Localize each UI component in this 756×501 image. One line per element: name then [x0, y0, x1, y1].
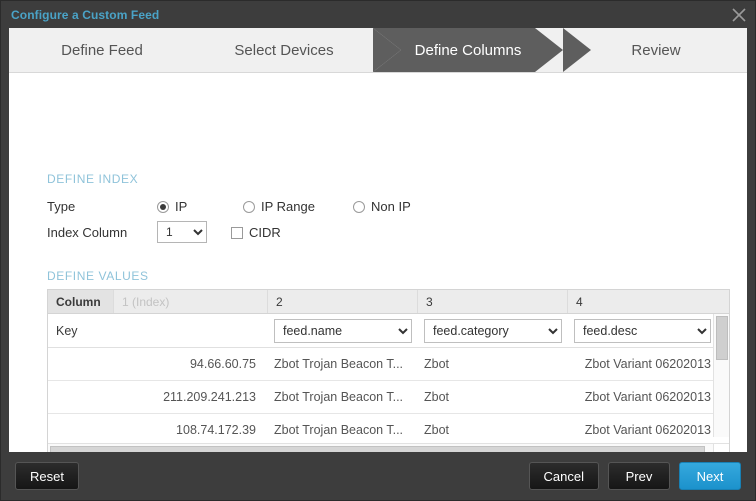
grid-vertical-scrollbar-thumb[interactable] [716, 316, 728, 360]
tab-define-feed-label: Define Feed [61, 42, 143, 59]
dialog-panel: Define Feed Select Devices Define Column… [9, 28, 747, 452]
radio-type-ip-label: IP [175, 199, 187, 214]
grid-header-col-2: 2 [268, 290, 418, 313]
tab-review[interactable]: Review [563, 28, 747, 72]
define-index-heading: DEFINE INDEX [47, 172, 138, 186]
reset-button[interactable]: Reset [15, 462, 79, 490]
tab-select-devices-label: Select Devices [234, 42, 333, 59]
row-cell-name: Zbot Trojan Beacon T... [268, 414, 418, 446]
key-select-col4[interactable]: feed.namefeed.categoryfeed.desc [574, 319, 711, 343]
radio-type-non-ip-label: Non IP [371, 199, 411, 214]
grid-key-cell-col3: feed.namefeed.categoryfeed.desc [418, 314, 568, 347]
grid-key-cell-col4: feed.namefeed.categoryfeed.desc [568, 314, 719, 347]
grid-header-col-3: 3 [418, 290, 568, 313]
row-cell-name: Zbot Trojan Beacon T... [268, 348, 418, 380]
grid-key-cell-col2: feed.namefeed.categoryfeed.desc [268, 314, 418, 347]
prev-button[interactable]: Prev [608, 462, 670, 490]
close-icon[interactable] [728, 4, 750, 26]
tab-review-label: Review [631, 42, 680, 59]
table-row[interactable]: 94.66.60.75 Zbot Trojan Beacon T... Zbot… [48, 348, 729, 381]
radio-type-ip-range-label: IP Range [261, 199, 315, 214]
define-values-heading: DEFINE VALUES [47, 269, 149, 283]
cidr-checkbox[interactable]: CIDR [231, 225, 281, 240]
key-select-col3[interactable]: feed.namefeed.categoryfeed.desc [424, 319, 562, 343]
row-cell-index: 211.209.241.213 [114, 381, 268, 413]
grid-header-col-4: 4 [568, 290, 719, 313]
grid-header-column: Column [48, 290, 114, 313]
table-row[interactable]: 211.209.241.213 Zbot Trojan Beacon T... … [48, 381, 729, 414]
grid-horizontal-scrollbar[interactable] [48, 443, 729, 452]
row-cell-category: Zbot [418, 348, 568, 380]
dialog-title: Configure a Custom Feed [11, 8, 159, 22]
next-button[interactable]: Next [679, 462, 741, 490]
cidr-checkbox-indicator-icon [231, 227, 243, 239]
grid-key-row: Key feed.namefeed.categoryfeed.desc feed… [48, 314, 729, 348]
row-label [48, 348, 114, 380]
index-column-select[interactable]: 1234 [157, 221, 207, 243]
grid-vertical-scrollbar[interactable] [713, 314, 729, 437]
row-cell-index: 94.66.60.75 [114, 348, 268, 380]
dialog-footer: Reset Cancel Prev Next [1, 452, 755, 500]
wizard-tabbar: Define Feed Select Devices Define Column… [9, 28, 747, 73]
row-cell-desc: Zbot Variant 06202013 [568, 414, 719, 446]
row-cell-desc: Zbot Variant 06202013 [568, 348, 719, 380]
tab-define-columns-label: Define Columns [415, 42, 522, 59]
tab-define-feed[interactable]: Define Feed [9, 28, 195, 72]
row-label [48, 381, 114, 413]
row-cell-category: Zbot [418, 414, 568, 446]
grid-scrollbar-corner [713, 443, 729, 452]
dialog-content: DEFINE INDEX Type IP IP Range Non IP Ind… [9, 73, 747, 452]
define-values-grid: Column 1 (Index) 2 3 4 Key feed.namefeed… [47, 289, 730, 452]
key-select-col2[interactable]: feed.namefeed.categoryfeed.desc [274, 319, 412, 343]
grid-key-row-label: Key [48, 314, 114, 347]
grid-key-cell-col1 [114, 314, 268, 347]
row-label [48, 414, 114, 446]
radio-ip-indicator-icon [157, 201, 169, 213]
type-label: Type [47, 199, 75, 214]
radio-type-non-ip[interactable]: Non IP [353, 199, 411, 214]
radio-ip-range-indicator-icon [243, 201, 255, 213]
radio-non-ip-indicator-icon [353, 201, 365, 213]
row-cell-category: Zbot [418, 381, 568, 413]
row-cell-index: 108.74.172.39 [114, 414, 268, 446]
grid-header-col-1-index: 1 (Index) [114, 290, 268, 313]
dialog-titlebar: Configure a Custom Feed [1, 1, 755, 28]
row-cell-desc: Zbot Variant 06202013 [568, 381, 719, 413]
radio-type-ip[interactable]: IP [157, 199, 187, 214]
tab-define-columns[interactable]: Define Columns [373, 28, 563, 72]
radio-type-ip-range[interactable]: IP Range [243, 199, 315, 214]
configure-custom-feed-dialog: Configure a Custom Feed Define Feed Sele… [0, 0, 756, 501]
tab-select-devices[interactable]: Select Devices [195, 28, 373, 72]
grid-header-row: Column 1 (Index) 2 3 4 [48, 290, 729, 314]
index-column-label: Index Column [47, 225, 127, 240]
cidr-label: CIDR [249, 225, 281, 240]
row-cell-name: Zbot Trojan Beacon T... [268, 381, 418, 413]
grid-body: Key feed.namefeed.categoryfeed.desc feed… [48, 314, 729, 452]
cancel-button[interactable]: Cancel [529, 462, 599, 490]
footer-button-group: Cancel Prev Next [529, 462, 741, 490]
